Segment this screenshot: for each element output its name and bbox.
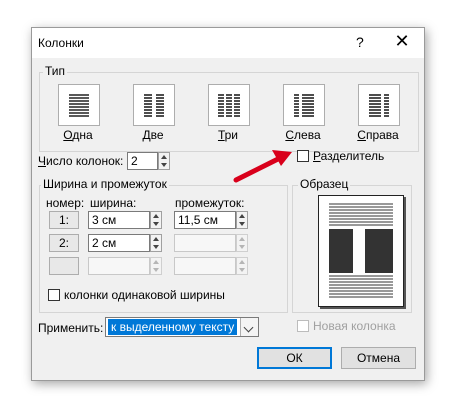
annotation-arrow-icon [233,150,292,183]
